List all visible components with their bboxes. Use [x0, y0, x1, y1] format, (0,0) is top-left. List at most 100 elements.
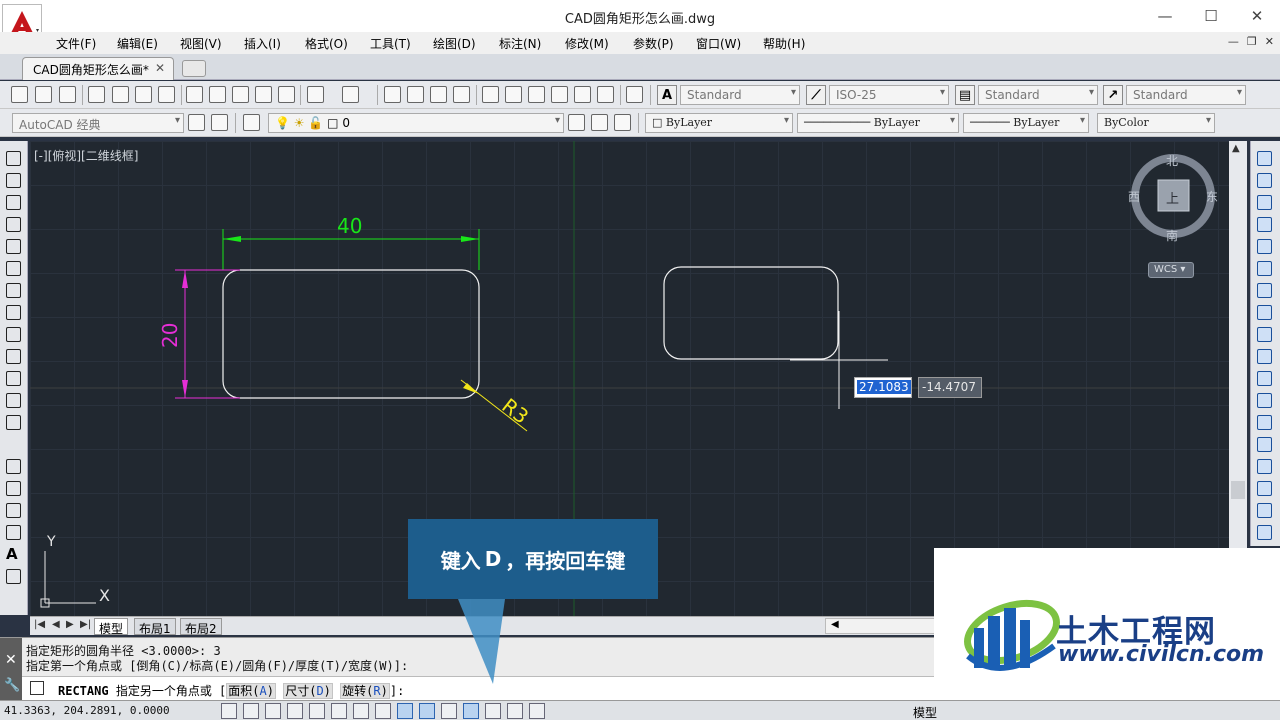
add-selected-icon[interactable]	[6, 569, 21, 584]
break-icon[interactable]	[1257, 415, 1272, 430]
menu-insert[interactable]: 插入(I)	[244, 35, 281, 52]
3d-print-icon[interactable]	[158, 86, 175, 103]
gradient-icon[interactable]	[6, 481, 21, 496]
rounded-rectangle-2-preview[interactable]	[663, 266, 839, 360]
layer-state-icon[interactable]	[614, 114, 631, 131]
circle-icon[interactable]	[6, 283, 21, 298]
redo-icon[interactable]	[342, 86, 359, 103]
line-icon[interactable]	[6, 151, 21, 166]
option-rotation[interactable]: 旋转(R)	[340, 683, 390, 699]
zoom-window-icon[interactable]	[430, 86, 447, 103]
polar-tracking-icon[interactable]	[309, 703, 325, 719]
zoom-previous-icon[interactable]	[453, 86, 470, 103]
multileader-style-icon[interactable]: ↗	[1103, 85, 1123, 105]
polyline-icon[interactable]	[6, 195, 21, 210]
menu-file[interactable]: 文件(F)	[56, 35, 96, 52]
command-prompt-icon[interactable]	[30, 681, 44, 695]
dynamic-input-icon[interactable]	[419, 703, 435, 719]
tab-layout2[interactable]: 布局2	[180, 618, 222, 636]
multiline-text-icon[interactable]: A	[6, 547, 21, 562]
properties-icon[interactable]	[482, 86, 499, 103]
dynamic-input-x[interactable]: 27.1083	[854, 377, 912, 398]
construction-line-icon[interactable]	[6, 173, 21, 188]
new-tab-button[interactable]	[182, 60, 206, 77]
workspace-select[interactable]: AutoCAD 经典 ▾	[12, 113, 184, 133]
compass-west[interactable]: 西	[1128, 188, 1140, 205]
move-icon[interactable]	[1257, 261, 1272, 276]
menu-help[interactable]: 帮助(H)	[763, 35, 805, 52]
make-current-layer-icon[interactable]	[568, 114, 585, 131]
close-icon[interactable]: ✕	[5, 652, 17, 668]
arc-icon[interactable]	[6, 261, 21, 276]
layer-properties-icon[interactable]	[243, 114, 260, 131]
tab-layout1[interactable]: 布局1	[134, 618, 176, 636]
dynamic-input-y[interactable]: -14.4707	[918, 377, 982, 398]
doc-close-icon[interactable]: ✕	[1265, 35, 1274, 48]
wcs-menu[interactable]: WCS ▾	[1148, 262, 1194, 278]
minimize-button[interactable]: —	[1142, 0, 1188, 32]
paste-icon[interactable]	[232, 86, 249, 103]
table-icon[interactable]	[6, 525, 21, 540]
save-icon[interactable]	[59, 86, 76, 103]
markup-icon[interactable]	[574, 86, 591, 103]
paste-block-icon[interactable]	[255, 86, 272, 103]
cut-icon[interactable]	[186, 86, 203, 103]
layer-previous-icon[interactable]	[591, 114, 608, 131]
menu-draw[interactable]: 绘图(D)	[433, 35, 476, 52]
array-icon[interactable]	[1257, 239, 1272, 254]
pan-icon[interactable]	[384, 86, 401, 103]
wrench-icon[interactable]: 🔧	[4, 678, 20, 693]
customize-icon[interactable]	[211, 114, 228, 131]
open-file-icon[interactable]	[35, 86, 52, 103]
command-input[interactable]: RECTANG 指定另一个角点或 [面积(A) 尺寸(D) 旋转(R)]:	[22, 676, 934, 700]
scroll-up-icon[interactable]: ▲	[1232, 143, 1240, 154]
explode-icon[interactable]	[1257, 525, 1272, 540]
table-style-icon[interactable]: ▤	[955, 85, 975, 105]
revision-cloud-icon[interactable]	[6, 305, 21, 320]
text-style-select[interactable]: Standard ▾	[680, 85, 800, 105]
erase-icon[interactable]	[1257, 151, 1272, 166]
menu-dimension[interactable]: 标注(N)	[499, 35, 541, 52]
workspace-settings-icon[interactable]	[188, 114, 205, 131]
new-file-icon[interactable]	[11, 86, 28, 103]
model-space-button[interactable]: 模型	[913, 704, 937, 720]
blend-curves-icon[interactable]	[1257, 503, 1272, 518]
print-icon[interactable]	[88, 86, 105, 103]
plot-style-select[interactable]: ByColor ▾	[1097, 113, 1215, 133]
doc-minimize-icon[interactable]: —	[1228, 35, 1239, 48]
option-dimensions[interactable]: 尺寸(D)	[283, 683, 333, 699]
undo-icon[interactable]	[307, 86, 324, 103]
menu-tools[interactable]: 工具(T)	[370, 35, 411, 52]
color-select[interactable]: □ ByLayer ▾	[645, 113, 793, 133]
dynamic-ucs-icon[interactable]	[397, 703, 413, 719]
help-icon[interactable]	[626, 86, 643, 103]
fillet-icon[interactable]	[1257, 481, 1272, 496]
text-style-icon[interactable]: A	[657, 85, 677, 105]
compass-south[interactable]: 南	[1166, 227, 1178, 244]
menu-edit[interactable]: 编辑(E)	[117, 35, 158, 52]
3d-object-snap-icon[interactable]	[353, 703, 369, 719]
offset-icon[interactable]	[1257, 217, 1272, 232]
doc-restore-icon[interactable]: ❐	[1247, 35, 1257, 48]
match-properties-icon[interactable]	[278, 86, 295, 103]
menu-parametric[interactable]: 参数(P)	[633, 35, 674, 52]
copy-object-icon[interactable]	[1257, 173, 1272, 188]
scroll-left-icon[interactable]: ◀	[831, 619, 839, 630]
snap-mode-icon[interactable]	[243, 703, 259, 719]
first-layout-icon[interactable]: |◀	[34, 619, 45, 630]
insert-block-icon[interactable]	[6, 393, 21, 408]
lineweight-select[interactable]: ────── ByLayer ▾	[963, 113, 1089, 133]
mirror-icon[interactable]	[1257, 195, 1272, 210]
table-style-select[interactable]: Standard ▾	[978, 85, 1098, 105]
infer-constraints-icon[interactable]	[221, 703, 237, 719]
linetype-select[interactable]: ────────── ByLayer ▾	[797, 113, 959, 133]
stretch-icon[interactable]	[1257, 327, 1272, 342]
maximize-button[interactable]: ☐	[1188, 0, 1234, 32]
rectangle-icon[interactable]	[6, 239, 21, 254]
grid-display-icon[interactable]	[265, 703, 281, 719]
join-icon[interactable]	[1257, 437, 1272, 452]
break-at-point-icon[interactable]	[1257, 393, 1272, 408]
copy-icon[interactable]	[209, 86, 226, 103]
viewcube[interactable]: 北 南 西 东 上 WCS ▾	[1128, 154, 1228, 294]
multileader-style-select[interactable]: Standard ▾	[1126, 85, 1246, 105]
